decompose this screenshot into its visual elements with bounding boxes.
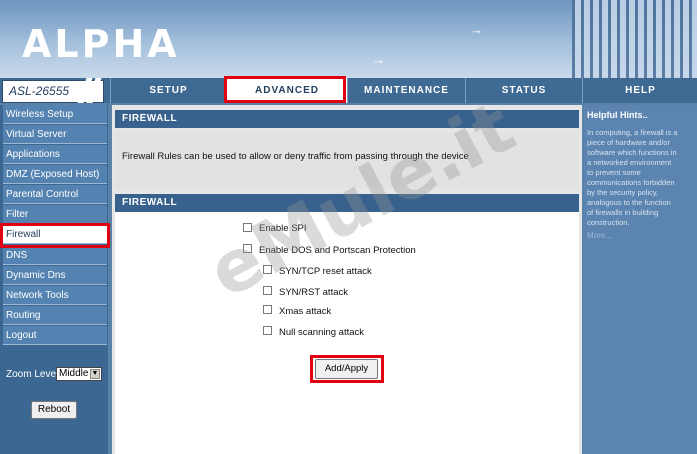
sidebar-item-logout[interactable]: Logout xyxy=(3,326,107,345)
sidebar-item-wireless-setup[interactable]: Wireless Setup xyxy=(3,105,107,124)
sidebar-item-routing[interactable]: Routing xyxy=(3,306,107,325)
sidebar-item-filter[interactable]: Filter xyxy=(3,205,107,224)
sidebar-item-parental-control[interactable]: Parental Control xyxy=(3,185,107,204)
sidebar-item-virtual-server[interactable]: Virtual Server xyxy=(3,125,107,144)
tab-maintenance[interactable]: MAINTENANCE xyxy=(347,78,465,103)
syn-rst-label: SYN/RST attack xyxy=(279,287,348,298)
xmas-attack-label: Xmas attack xyxy=(279,306,332,317)
sidebar-item-network-tools[interactable]: Network Tools xyxy=(3,286,107,305)
help-more-link[interactable]: More... xyxy=(587,231,612,240)
help-panel: Helpful Hints.. In computing, a firewall… xyxy=(584,105,697,454)
null-scanning-checkbox[interactable] xyxy=(263,326,272,335)
sidebar-item-dmz[interactable]: DMZ (Exposed Host) xyxy=(3,165,107,184)
alpha-logo: ALPHA xyxy=(22,22,180,66)
sidebar-item-applications[interactable]: Applications xyxy=(3,145,107,164)
xmas-attack-checkbox[interactable] xyxy=(263,305,272,314)
arrow-icon: → xyxy=(470,22,483,37)
zoom-value: Middle xyxy=(59,368,89,379)
help-text: In computing, a firewall is a piece of h… xyxy=(587,128,678,227)
zoom-select[interactable]: Middle ▼ xyxy=(56,367,102,381)
highlight-box xyxy=(310,355,384,383)
building-graphic xyxy=(572,0,697,78)
header-banner: ALPHA → → xyxy=(0,0,697,78)
chevron-down-icon: ▼ xyxy=(90,369,100,379)
sidebar-item-dns[interactable]: DNS xyxy=(3,246,107,265)
tab-help[interactable]: HELP xyxy=(582,78,697,103)
null-scanning-label: Null scanning attack xyxy=(279,327,365,338)
help-title: Helpful Hints.. xyxy=(587,110,648,120)
sidebar-item-dynamic-dns[interactable]: Dynamic Dns xyxy=(3,266,107,285)
arrow-icon: → xyxy=(372,52,385,67)
reboot-button[interactable]: Reboot xyxy=(31,401,77,419)
highlight-box xyxy=(224,76,346,103)
tab-setup[interactable]: SETUP xyxy=(110,78,226,103)
highlight-box xyxy=(0,223,110,248)
model-text: ASL-26555 xyxy=(9,84,70,98)
zoom-label: Zoom Level: xyxy=(6,369,62,380)
